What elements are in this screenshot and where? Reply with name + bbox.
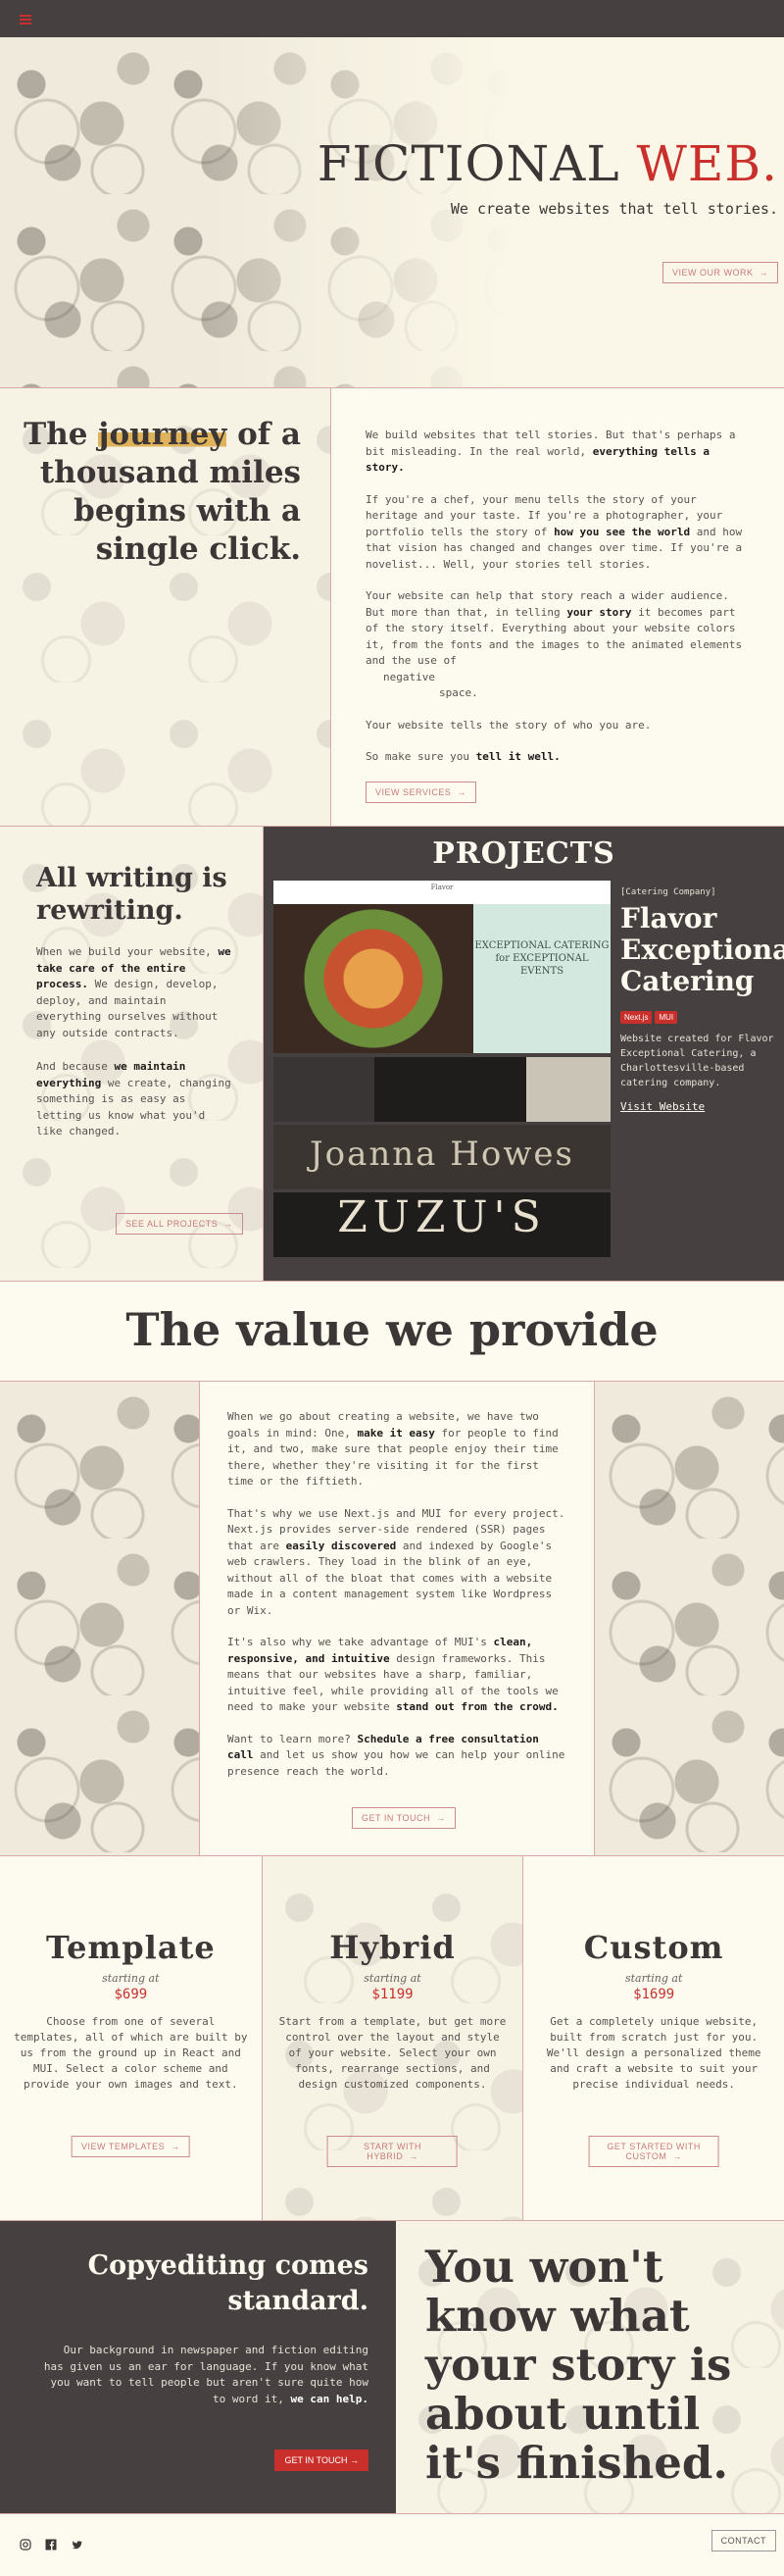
writing-projects-section: All writing is rewriting. When we build … bbox=[0, 826, 784, 1281]
journey-heading: The journey of a thousand miles begins w… bbox=[24, 417, 301, 567]
get-in-touch-button[interactable]: GET IN TOUCH → bbox=[352, 1807, 456, 1829]
value-body: When we go about creating a website, we … bbox=[199, 1382, 595, 1855]
see-all-projects-button[interactable]: SEE ALL PROJECTS → bbox=[116, 1213, 243, 1235]
journey-section: The journey of a thousand miles begins w… bbox=[0, 387, 784, 826]
project-title: Flavor Exceptional Catering bbox=[620, 902, 784, 997]
twitter-icon[interactable] bbox=[71, 2536, 82, 2550]
project-thumbnail-joanna[interactable]: Joanna Howes bbox=[273, 1125, 611, 1189]
value-heading: The value we provide bbox=[0, 1281, 784, 1382]
value-section: When we go about creating a website, we … bbox=[0, 1382, 784, 1855]
hero-tagline: We create websites that tell stories. bbox=[450, 200, 778, 218]
project-details: [Catering Company] Flavor Exceptional Ca… bbox=[620, 887, 784, 1114]
copyediting-heading: Copyediting comes standard. bbox=[87, 2250, 368, 2316]
price: $1199 bbox=[371, 1987, 414, 2002]
pricing-tier-template: Template starting at $699 Choose from on… bbox=[0, 1856, 262, 2220]
get-started-custom-button[interactable]: GET STARTED WITH CUSTOM → bbox=[588, 2136, 719, 2167]
projects-heading: PROJECTS bbox=[432, 836, 615, 871]
project-thumbnail-zuzus[interactable]: ZUZU'S bbox=[273, 1192, 611, 1257]
catering-food-image bbox=[273, 904, 473, 1053]
get-in-touch-button[interactable]: GET IN TOUCH → bbox=[274, 2450, 368, 2471]
footer: CONTACT bbox=[0, 2513, 784, 2570]
view-templates-button[interactable]: VIEW TEMPLATES → bbox=[71, 2136, 190, 2157]
pricing-section: Template starting at $699 Choose from on… bbox=[0, 1855, 784, 2220]
price: $1699 bbox=[633, 1987, 675, 2002]
contact-button[interactable]: CONTACT bbox=[710, 2530, 776, 2551]
view-our-work-button[interactable]: VIEW OUR WORK → bbox=[662, 262, 778, 283]
visit-website-link[interactable]: Visit Website bbox=[620, 1100, 705, 1113]
top-bar bbox=[0, 0, 784, 37]
project-thumbnail[interactable] bbox=[273, 1057, 611, 1122]
hero-section: FICTIONAL WEB. We create websites that t… bbox=[0, 37, 784, 387]
writing-panel: All writing is rewriting. When we build … bbox=[0, 827, 264, 1281]
tech-badge: Next.js bbox=[620, 1011, 653, 1024]
facebook-icon[interactable] bbox=[45, 2536, 57, 2551]
pricing-tier-hybrid: Hybrid starting at $1199 Start from a te… bbox=[261, 1856, 523, 2220]
view-services-button[interactable]: VIEW SERVICES → bbox=[366, 781, 476, 803]
story-quote: You won't know what your story is about … bbox=[425, 2241, 732, 2489]
project-category: [Catering Company] bbox=[620, 887, 716, 897]
price: $699 bbox=[114, 1987, 148, 2002]
floral-illustration-right bbox=[595, 1382, 784, 1855]
instagram-icon[interactable] bbox=[20, 2536, 31, 2551]
start-with-hybrid-button[interactable]: START WITH HYBRID → bbox=[327, 2136, 458, 2167]
floral-illustration-left bbox=[0, 1382, 199, 1855]
projects-panel: PROJECTS Flavor EXCEPTIONAL CATERING for… bbox=[264, 827, 784, 1281]
tech-badge: MUI bbox=[655, 1011, 678, 1024]
hero-title: FICTIONAL WEB. bbox=[317, 135, 778, 192]
journey-body: We build websites that tell stories. But… bbox=[331, 388, 784, 826]
writing-heading: All writing is rewriting. bbox=[36, 863, 227, 926]
project-description: Website created for Flavor Exceptional C… bbox=[620, 1034, 774, 1088]
project-screenshot-flavor[interactable]: Flavor EXCEPTIONAL CATERING for EXCEPTIO… bbox=[273, 881, 611, 1053]
menu-icon[interactable] bbox=[20, 15, 31, 25]
copyediting-panel: Copyediting comes standard. Our backgrou… bbox=[0, 2221, 396, 2513]
copyediting-section: Copyediting comes standard. Our backgrou… bbox=[0, 2220, 784, 2513]
pricing-tier-custom: Custom starting at $1699 Get a completel… bbox=[522, 1856, 784, 2220]
